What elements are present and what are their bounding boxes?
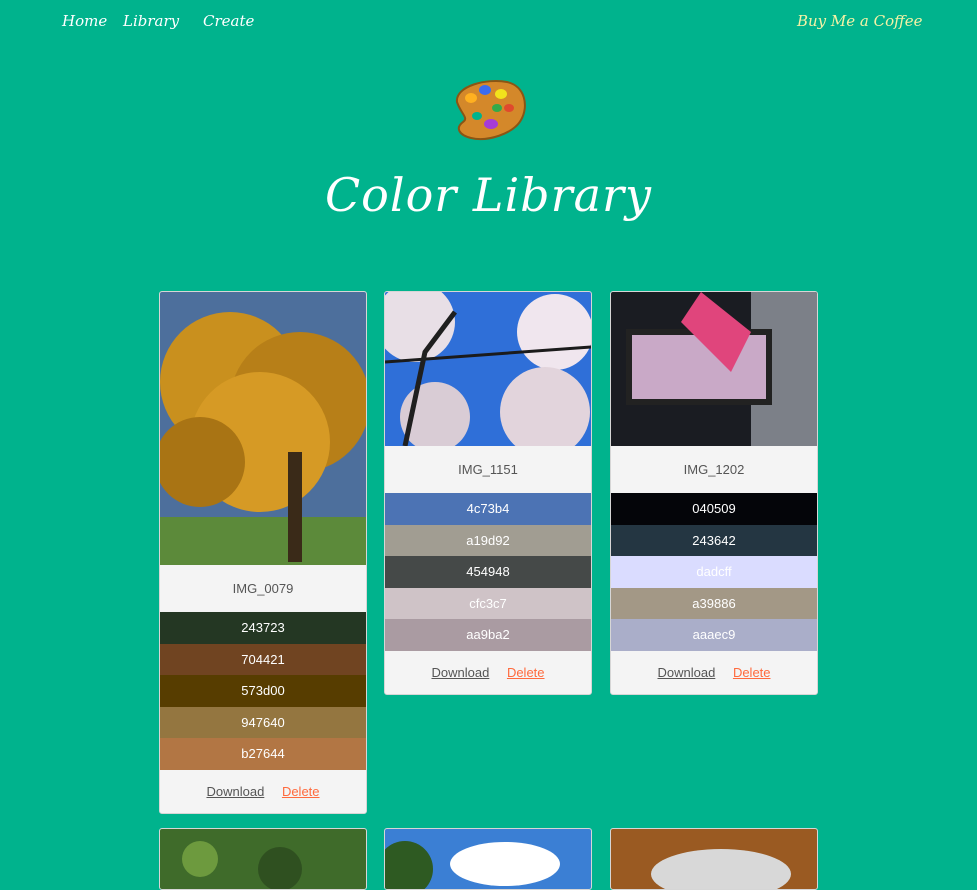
card-actions: Download Delete [160, 770, 366, 813]
nav-create-link[interactable]: Create [203, 12, 254, 30]
palette-card: IMG_0079 243723 704421 573d00 947640 b27… [159, 291, 367, 814]
card-actions: Download Delete [611, 651, 817, 694]
color-swatch[interactable]: 704421 [160, 643, 366, 676]
card-image [160, 292, 366, 565]
page-title: Color Library [324, 168, 652, 222]
card-image [611, 292, 817, 446]
card-image [160, 829, 366, 889]
color-swatch[interactable]: a39886 [611, 587, 817, 620]
color-swatch[interactable]: aa9ba2 [385, 619, 591, 651]
color-swatch[interactable]: 573d00 [160, 675, 366, 707]
color-swatch[interactable]: 4c73b4 [385, 493, 591, 525]
delete-link[interactable]: Delete [282, 784, 320, 799]
color-swatch[interactable]: 454948 [385, 556, 591, 588]
color-swatch[interactable]: 040509 [611, 493, 817, 525]
nav-home-link[interactable]: Home [62, 12, 107, 30]
download-link[interactable]: Download [431, 665, 489, 680]
card-title: IMG_1151 [385, 446, 591, 493]
palette-card [159, 828, 367, 890]
color-swatch[interactable]: 243723 [160, 612, 366, 644]
artist-palette-icon [455, 80, 526, 140]
nav-library-link[interactable]: Library [123, 12, 179, 30]
delete-link[interactable]: Delete [507, 665, 545, 680]
card-image [385, 292, 591, 446]
color-swatch[interactable]: cfc3c7 [385, 587, 591, 620]
download-link[interactable]: Download [657, 665, 715, 680]
top-nav: Home Library Create Buy Me a Coffee [0, 0, 977, 46]
card-actions: Download Delete [385, 651, 591, 694]
card-title: IMG_1202 [611, 446, 817, 493]
color-swatch[interactable]: 243642 [611, 524, 817, 557]
card-image [385, 829, 591, 889]
palette-card [384, 828, 592, 890]
color-swatch[interactable]: 947640 [160, 706, 366, 739]
palette-card: IMG_1151 4c73b4 a19d92 454948 cfc3c7 aa9… [384, 291, 592, 695]
card-title: IMG_0079 [160, 565, 366, 612]
color-swatch[interactable]: b27644 [160, 738, 366, 770]
palette-card [610, 828, 818, 890]
color-swatch[interactable]: aaaec9 [611, 619, 817, 651]
palette-card: IMG_1202 040509 243642 dadcff a39886 aaa… [610, 291, 818, 695]
color-swatch[interactable]: dadcff [611, 556, 817, 588]
color-swatch[interactable]: a19d92 [385, 524, 591, 557]
download-link[interactable]: Download [206, 784, 264, 799]
card-image [611, 829, 817, 889]
delete-link[interactable]: Delete [733, 665, 771, 680]
buy-me-a-coffee-link[interactable]: Buy Me a Coffee [797, 12, 923, 30]
